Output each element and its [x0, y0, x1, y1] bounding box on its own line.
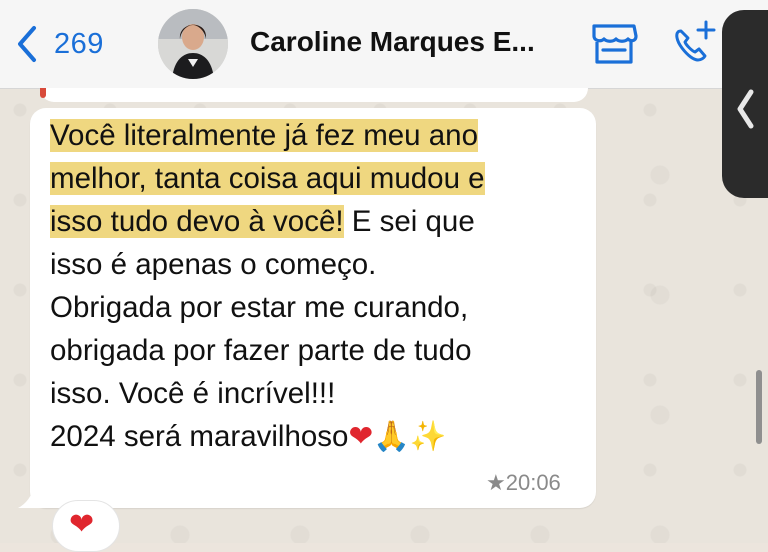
chevron-left-icon	[737, 89, 754, 129]
starred-icon: ★	[486, 470, 506, 495]
previous-message-bubble	[40, 88, 588, 102]
highlighted-text: melhor, tanta coisa aqui mudou e	[50, 162, 485, 195]
bubble-tail	[18, 486, 46, 508]
avatar[interactable]	[158, 9, 228, 79]
message-line: isso. Você é incrível!!!	[50, 377, 336, 410]
heart-emoji: ❤	[348, 419, 374, 453]
message-line: isso tudo devo à você! E sei que	[50, 200, 580, 243]
message-text-span: 2024 será maravilhoso	[50, 420, 349, 453]
chat-header: 269 Caroline Marques E...	[0, 0, 768, 89]
add-call-icon[interactable]	[668, 18, 716, 68]
message-meta: ★20:06	[486, 470, 561, 496]
message-time: 20:06	[505, 470, 561, 495]
unread-count: 269	[54, 27, 104, 60]
heart-reaction-icon: ❤	[69, 507, 95, 542]
message-line: 2024 será maravilhoso❤🙏✨	[50, 415, 580, 458]
highlighted-text: isso tudo devo à você!	[50, 205, 344, 238]
scrollbar[interactable]	[756, 370, 762, 444]
side-panel-handle[interactable]	[722, 10, 768, 198]
message-line: melhor, tanta coisa aqui mudou e	[50, 157, 580, 200]
message-text: Você literalmente já fez meu ano melhor,…	[50, 114, 580, 458]
contact-name[interactable]: Caroline Marques E...	[250, 26, 535, 58]
previous-message-marker	[40, 88, 46, 98]
message-text-span: E sei que	[343, 205, 475, 238]
reaction-badge[interactable]: ❤	[52, 500, 120, 552]
highlighted-text: Você literalmente já fez meu ano	[50, 119, 478, 152]
back-button[interactable]: 269	[14, 22, 104, 66]
message-line: isso é apenas o começo.	[50, 248, 377, 281]
store-icon[interactable]	[590, 22, 638, 66]
message-line: Você literalmente já fez meu ano	[50, 114, 580, 157]
message-line: obrigada por fazer parte de tudo	[50, 334, 472, 367]
chevron-left-icon	[18, 26, 36, 62]
sparkles-emoji: ✨	[409, 419, 447, 453]
message-line: Obrigada por estar me curando,	[50, 291, 469, 324]
praying-hands-emoji: 🙏	[373, 419, 410, 453]
